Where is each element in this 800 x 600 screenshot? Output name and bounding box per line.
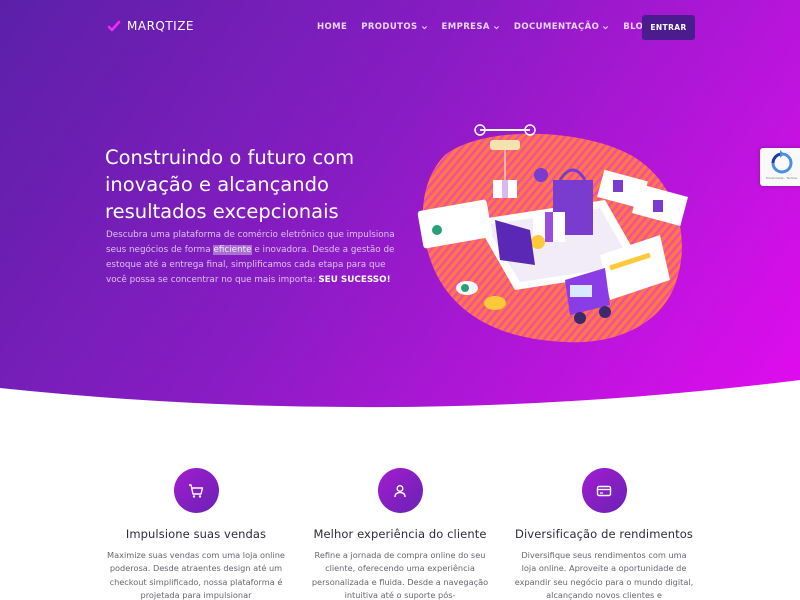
- hero-desc-highlight: eficiente: [213, 245, 252, 255]
- hero-desc-strong: SEU SUCESSO!: [318, 275, 391, 285]
- hero-section: MARQTIZE HOME PRODUTOS EMPRESA DOCUMENTA…: [0, 0, 800, 420]
- main-nav: HOME PRODUTOS EMPRESA DOCUMENTAÇÃO BLOG: [317, 22, 651, 32]
- nav-item-empresa[interactable]: EMPRESA: [442, 22, 500, 32]
- hero-description: Descubra uma plataforma de comércio elet…: [106, 228, 396, 288]
- feature-title: Melhor experiência do cliente: [313, 527, 487, 541]
- shopping-cart-icon: [189, 483, 204, 498]
- feature-icon-circle: [581, 468, 627, 513]
- chevron-down-icon: [493, 25, 499, 29]
- brand-name: MARQTIZE: [127, 19, 195, 33]
- nav-item-label: PRODUTOS: [361, 22, 418, 32]
- feature-title: Diversificação de rendimentos: [515, 527, 693, 541]
- nav-item-home[interactable]: HOME: [317, 22, 347, 32]
- nav-item-produtos[interactable]: PRODUTOS: [361, 22, 427, 32]
- navbar: MARQTIZE HOME PRODUTOS EMPRESA DOCUMENTA…: [0, 0, 800, 56]
- check-mark-icon: [107, 20, 121, 32]
- nav-item-label: DOCUMENTAÇÃO: [513, 22, 600, 32]
- feature-card: Diversificação de rendimentos Diversifiq…: [509, 440, 699, 600]
- user-icon: [394, 484, 406, 497]
- feature-description: Diversifique seus rendimentos com uma lo…: [514, 550, 694, 600]
- feature-description: Maximize suas vendas com uma loja online…: [107, 550, 285, 600]
- recaptcha-label: Privacidade - Termos: [766, 176, 798, 180]
- feature-title: Impulsione suas vendas: [125, 527, 267, 541]
- recaptcha-badge[interactable]: Privacidade - Termos: [760, 148, 800, 186]
- feature-card: Impulsione suas vendas Maximize suas ven…: [101, 440, 291, 600]
- nav-item-label: HOME: [317, 22, 348, 32]
- hero-title: Construindo o futuro com inovação e alca…: [105, 146, 355, 223]
- nav-item-documentacao[interactable]: DOCUMENTAÇÃO: [514, 22, 609, 32]
- chevron-down-icon: [603, 25, 609, 29]
- login-button[interactable]: ENTRAR: [642, 15, 695, 40]
- hero-bottom-curve: [0, 380, 800, 420]
- feature-icon-circle: [173, 468, 219, 513]
- feature-icon-circle: [377, 468, 423, 513]
- chevron-down-icon: [421, 25, 427, 29]
- ecommerce-illustration: [417, 124, 689, 343]
- nav-item-label: EMPRESA: [441, 22, 490, 32]
- credit-card-icon: [596, 485, 612, 496]
- features-section: Impulsione suas vendas Maximize suas ven…: [0, 440, 800, 600]
- recaptcha-icon: [771, 150, 793, 174]
- logo[interactable]: MARQTIZE: [107, 19, 194, 33]
- feature-description: Refine a jornada de compra online do seu…: [311, 550, 489, 600]
- feature-card: Melhor experiência do cliente Refine a j…: [305, 440, 495, 600]
